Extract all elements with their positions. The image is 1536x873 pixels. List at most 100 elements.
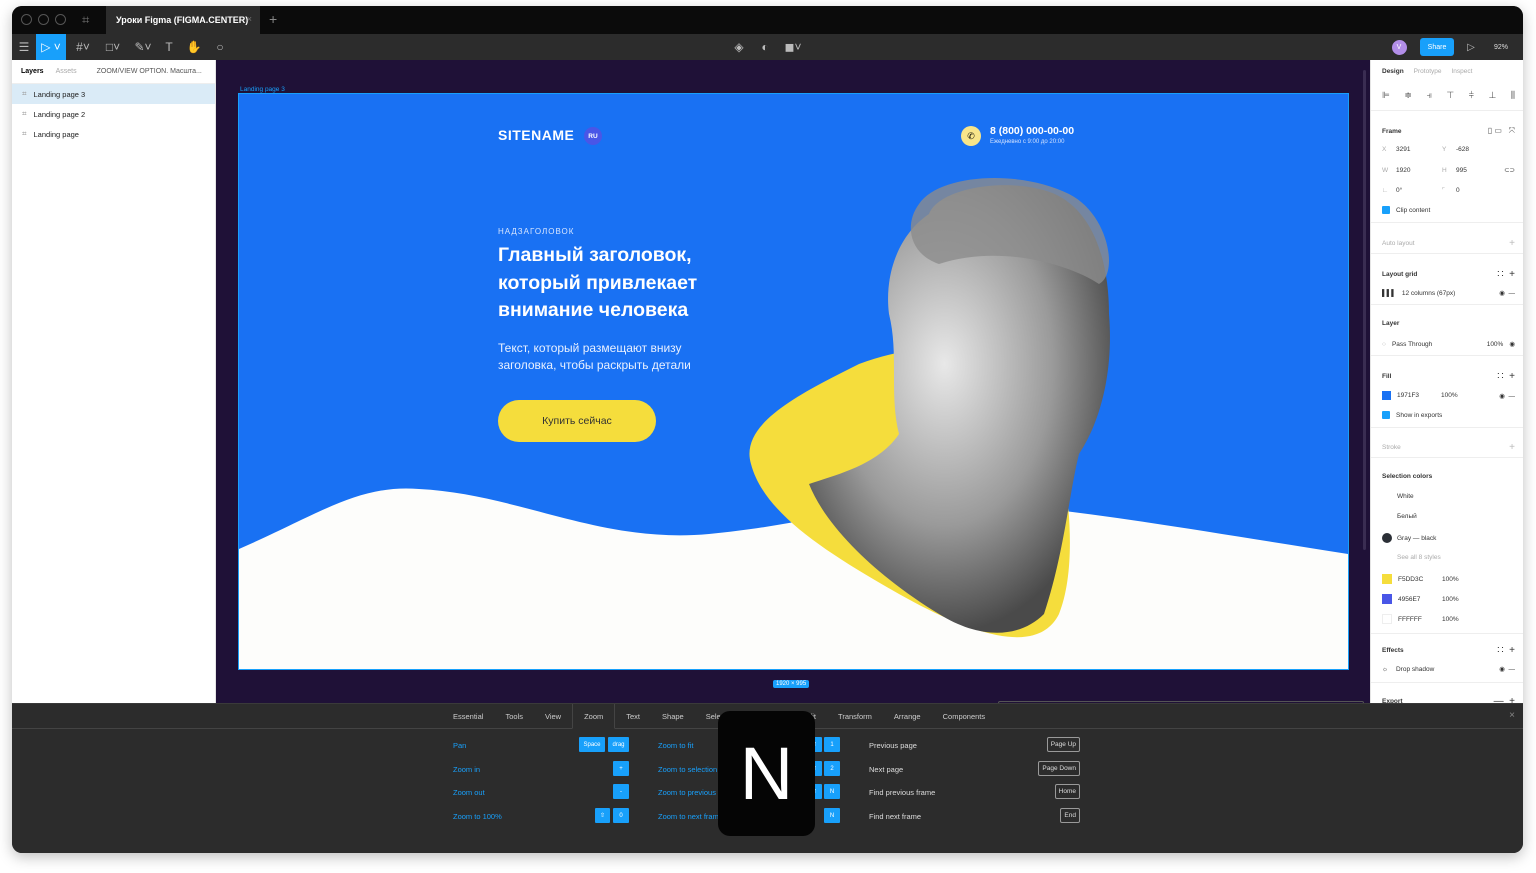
shortcut-tab[interactable]: Tools xyxy=(494,704,534,729)
headline-line: Главный заголовок, xyxy=(498,244,692,266)
color-row[interactable]: FFFFFF 100% xyxy=(1382,614,1515,624)
frame-tool-icon[interactable]: #˅ xyxy=(70,34,96,60)
add-grid-icon[interactable]: ∷ + xyxy=(1497,269,1515,280)
color-row[interactable]: 4956E7 100% xyxy=(1382,594,1515,604)
fill-opacity[interactable]: 100% xyxy=(1441,392,1458,399)
radius-input[interactable]: 0 xyxy=(1456,187,1460,194)
key: - xyxy=(613,784,629,799)
w-input[interactable]: 1920 xyxy=(1396,167,1442,174)
shortcut-label: Zoom to selection xyxy=(658,765,718,774)
auto-layout-label: Auto layout xyxy=(1382,240,1415,247)
eye-icon[interactable]: ◉ — xyxy=(1499,289,1515,297)
fill-hex[interactable]: 1971F3 xyxy=(1397,392,1435,399)
new-tab-button[interactable]: + xyxy=(269,11,277,27)
close-tab-icon[interactable]: × xyxy=(247,14,252,24)
fill-label: Fill xyxy=(1382,373,1392,380)
hand-tool-icon[interactable]: ✋ xyxy=(184,34,204,60)
style-item[interactable]: Белый xyxy=(1382,513,1515,520)
shortcut-tab[interactable]: Transform xyxy=(827,704,883,729)
shortcut-tab[interactable]: Text xyxy=(615,704,651,729)
x-input[interactable]: 3291 xyxy=(1396,146,1442,153)
constrain-icon[interactable]: ⊂⊃ xyxy=(1504,166,1515,174)
canvas[interactable]: Landing page 3 SITENAME RU ✆ 8 (800) 000… xyxy=(216,60,1370,705)
shortcut-tab[interactable]: Components xyxy=(932,704,997,729)
color-row[interactable]: F5DD3C 100% xyxy=(1382,574,1515,584)
layer-item[interactable]: ⌗ Landing page 2 xyxy=(12,104,215,124)
color-swatch xyxy=(1382,574,1392,584)
effect-sun-icon[interactable]: ☼ xyxy=(1382,666,1388,673)
frame-label[interactable]: Frame xyxy=(1382,128,1402,135)
shortcut-tab[interactable]: Arrange xyxy=(883,704,932,729)
blend-mode-dropdown[interactable]: Pass Through xyxy=(1392,341,1432,348)
w-label: W xyxy=(1382,166,1389,174)
add-auto-layout-icon[interactable]: + xyxy=(1509,238,1515,249)
add-stroke-icon[interactable]: + xyxy=(1509,442,1515,453)
shortcut-label: Next page xyxy=(869,765,904,774)
landing-frame[interactable]: SITENAME RU ✆ 8 (800) 000-00-00 Ежедневн… xyxy=(238,93,1349,670)
mask-icon[interactable]: ◐ xyxy=(756,34,774,60)
eye-icon[interactable]: ◉ — xyxy=(1499,392,1515,400)
eye-icon[interactable]: ◉ xyxy=(1509,340,1515,348)
show-exports-checkbox[interactable] xyxy=(1382,411,1390,419)
present-icon[interactable]: ▷ xyxy=(1464,34,1478,60)
rotation-input[interactable]: 0° xyxy=(1396,187,1442,194)
align-tools[interactable]: ⊫ ≑ ⫣ ⊤ ⫩ ⊥ ⫼ xyxy=(1382,90,1515,101)
rotation-icon: ∟ xyxy=(1382,186,1389,194)
key: 1 xyxy=(824,737,840,752)
key: 0 xyxy=(613,808,629,823)
shape-tool-icon[interactable]: □˅ xyxy=(100,34,126,60)
shortcut-tab[interactable]: View xyxy=(534,704,572,729)
add-fill-icon[interactable]: ∷ + xyxy=(1497,371,1515,382)
menu-icon[interactable]: ☰ xyxy=(12,34,36,60)
key: ⇧ xyxy=(595,808,610,823)
prototype-tab[interactable]: Prototype xyxy=(1414,68,1442,75)
selection-colors-label: Selection colors xyxy=(1382,473,1433,480)
grid-value[interactable]: 12 columns (67px) xyxy=(1402,290,1455,297)
layer-item[interactable]: ⌗ Landing page xyxy=(12,124,215,144)
text-tool-icon[interactable]: T xyxy=(160,34,178,60)
eye-icon[interactable]: ◉ — xyxy=(1499,665,1515,673)
comment-tool-icon[interactable]: ○ xyxy=(210,34,230,60)
component-icon[interactable]: ◈ xyxy=(730,34,748,60)
effect-type-dropdown[interactable]: Drop shadow xyxy=(1396,666,1434,673)
zoom-dropdown[interactable]: 92% xyxy=(1486,34,1516,60)
shortcut-tab[interactable]: Essential xyxy=(442,704,494,729)
fill-swatch[interactable] xyxy=(1382,391,1391,400)
color-opacity: 100% xyxy=(1442,615,1459,623)
page-selector[interactable]: ZOOM/VIEW OPTION. Масшта... xyxy=(97,68,202,75)
see-all-styles-link[interactable]: See all 8 styles xyxy=(1382,554,1515,561)
figma-logo-icon[interactable]: ⌗ xyxy=(82,12,89,28)
clip-checkbox[interactable] xyxy=(1382,206,1390,214)
headline-line: который привлекает xyxy=(498,271,698,294)
y-input[interactable]: -628 xyxy=(1456,146,1469,153)
layer-item[interactable]: ⌗ Landing page 3 xyxy=(12,84,215,104)
close-shortcuts-icon[interactable]: × xyxy=(1509,710,1515,721)
avatar[interactable]: V xyxy=(1390,34,1408,60)
shortcut-tab-active[interactable]: Zoom xyxy=(572,704,616,729)
pen-tool-icon[interactable]: ✎˅ xyxy=(130,34,156,60)
share-button[interactable]: Share xyxy=(1420,38,1454,56)
style-item[interactable]: White xyxy=(1382,493,1515,500)
radius-icon: ⌜ xyxy=(1442,187,1446,194)
shortcut-tab[interactable]: Shape xyxy=(651,704,695,729)
add-effect-icon[interactable]: ∷ + xyxy=(1497,645,1515,656)
phone-number: 8 (800) 000-00-00 xyxy=(990,125,1075,137)
assets-tab[interactable]: Assets xyxy=(56,68,77,75)
orientation-icons[interactable]: ▯ ▭ ⤧ xyxy=(1488,126,1515,136)
boolean-icon[interactable]: ◼˅ xyxy=(780,34,806,60)
file-tab[interactable]: Уроки Figma (FIGMA.CENTER) × xyxy=(106,6,260,34)
buy-now-button[interactable]: Купить сейчас xyxy=(498,400,656,442)
vertical-scrollbar[interactable] xyxy=(1363,70,1366,550)
style-item[interactable]: Gray — black xyxy=(1382,533,1515,543)
key: Space xyxy=(579,737,605,752)
frame-label[interactable]: Landing page 3 xyxy=(240,86,285,93)
move-tool-icon[interactable]: ▷ ˅ xyxy=(36,34,66,60)
inspect-tab[interactable]: Inspect xyxy=(1452,68,1473,75)
h-input[interactable]: 995 xyxy=(1456,167,1467,174)
window-controls[interactable] xyxy=(21,14,66,25)
phone-icon: ✆ xyxy=(961,126,981,146)
design-tab[interactable]: Design xyxy=(1382,68,1404,75)
effects-label: Effects xyxy=(1382,647,1404,654)
layer-opacity[interactable]: 100% xyxy=(1487,341,1504,348)
layers-tab[interactable]: Layers xyxy=(21,68,44,75)
